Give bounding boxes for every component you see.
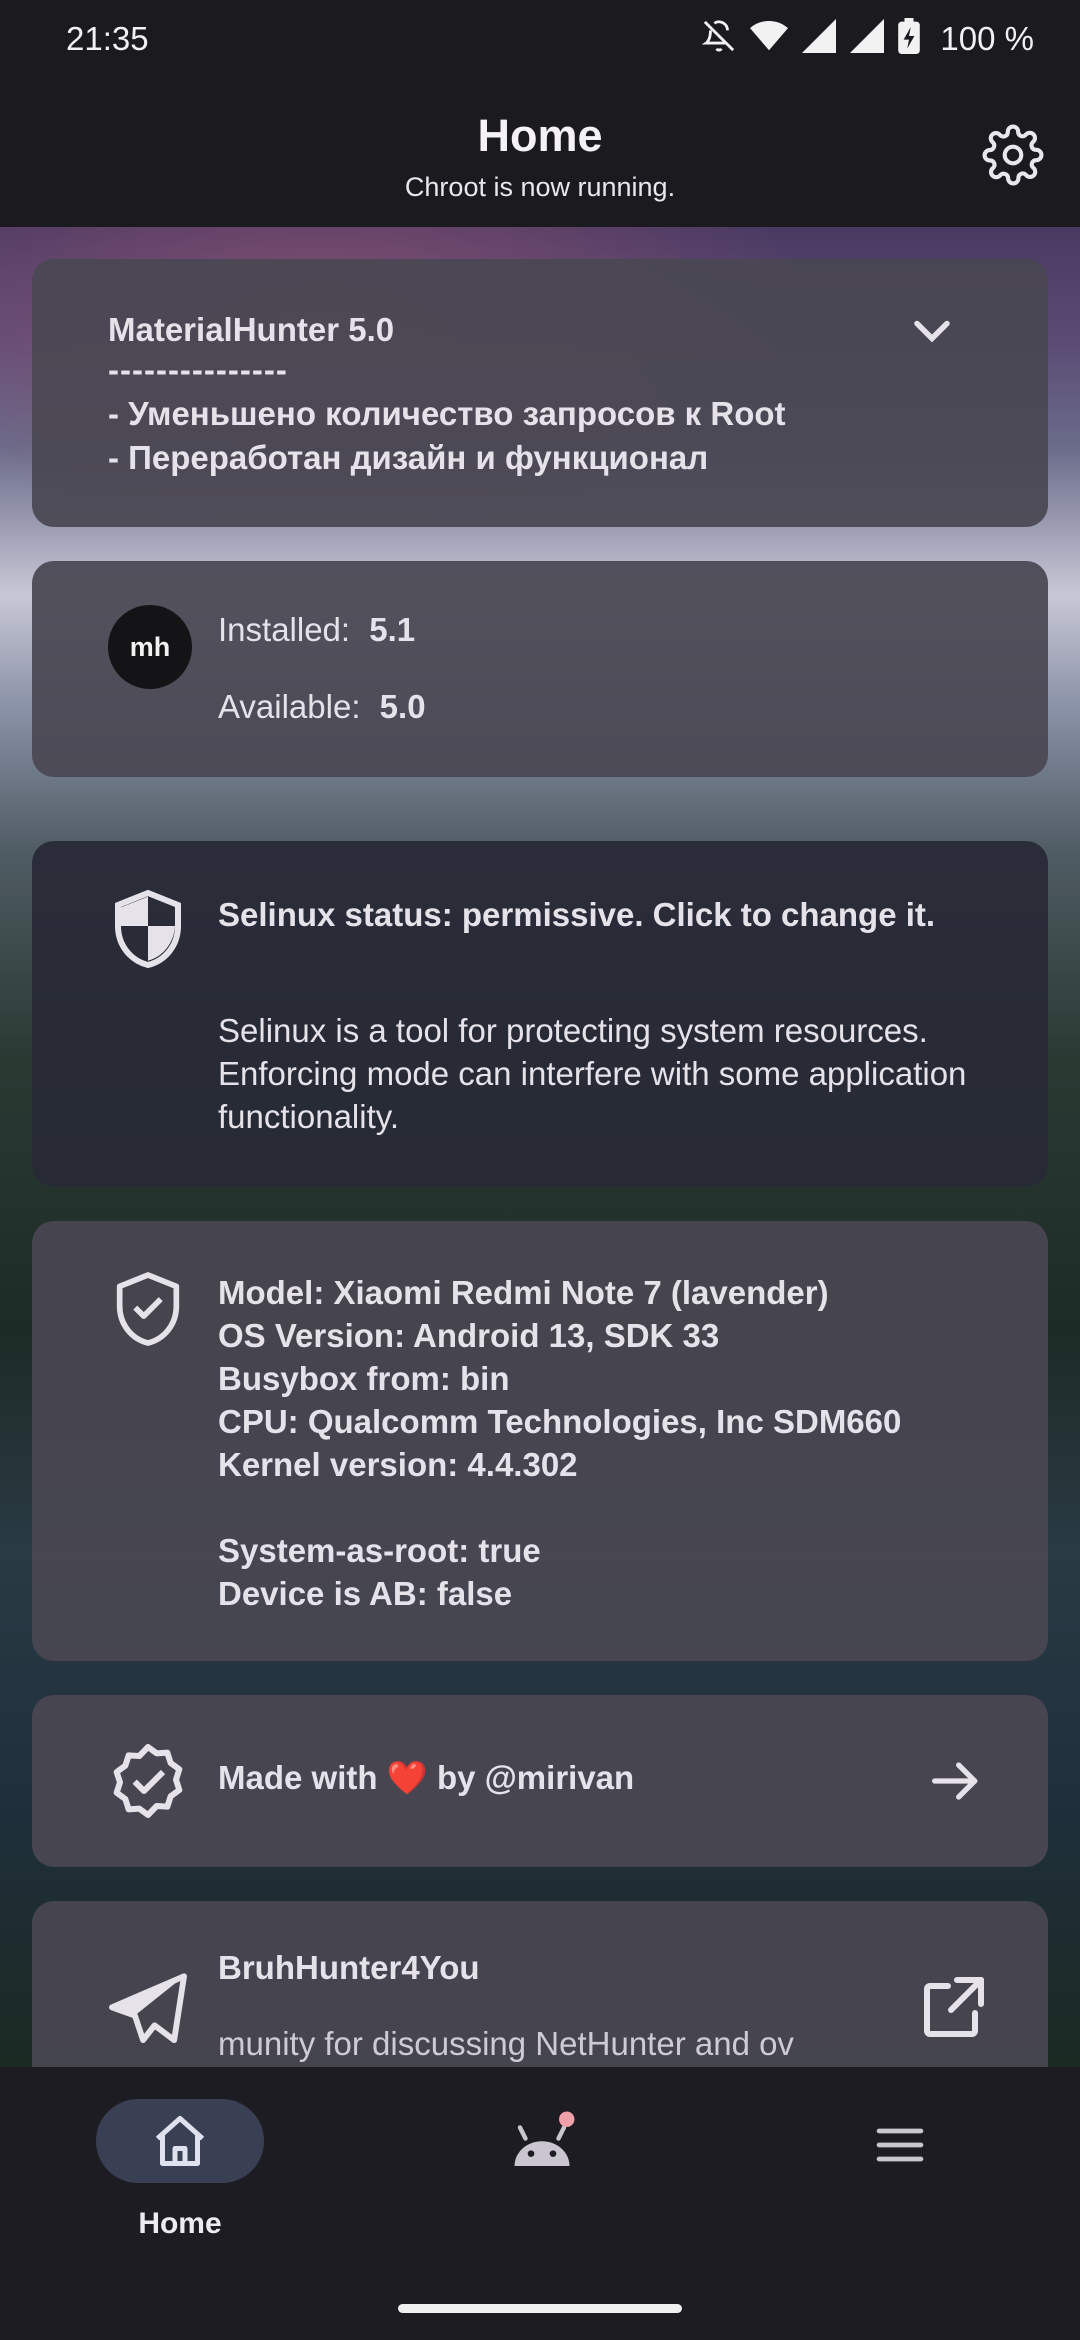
gear-icon[interactable]	[982, 124, 1044, 186]
credits-suffix: by @mirivan	[436, 1759, 635, 1796]
version-card: mh Installed: 5.1 Available: 5.0	[32, 561, 1048, 777]
installed-label: Installed:	[218, 611, 351, 648]
device-model: Model: Xiaomi Redmi Note 7 (lavender)	[218, 1274, 829, 1311]
credits-text: Made with ❤️ by @mirivan	[218, 1759, 634, 1798]
telegram-description-text: munity for discussing NetHunter and ov	[218, 2025, 794, 2062]
bottom-navigation: Home	[0, 2067, 1080, 2340]
menu-icon[interactable]	[872, 2117, 928, 2173]
chevron-down-icon[interactable]	[902, 301, 962, 361]
changelog-card[interactable]: MaterialHunter 5.0 --------------- - Уме…	[32, 259, 1048, 527]
device-ab: Device is AB: false	[218, 1575, 513, 1612]
gesture-bar[interactable]	[398, 2304, 682, 2313]
verified-badge-icon	[108, 1741, 188, 1821]
device-busybox: Busybox from: bin	[218, 1360, 510, 1397]
selinux-description: Selinux is a tool for protecting system …	[218, 1012, 967, 1135]
shield-check-icon	[114, 1271, 182, 1347]
nav-home-label[interactable]: Home	[96, 2207, 264, 2241]
telegram-card[interactable]: BruhHunter4You munity for discussing Net…	[32, 1901, 1048, 2067]
available-label: Available:	[218, 688, 361, 725]
device-kernel: Kernel version: 4.4.302	[218, 1446, 578, 1483]
selinux-card[interactable]: Selinux status: permissive. Click to cha…	[32, 841, 1048, 1187]
device-cpu: CPU: Qualcomm Technologies, Inc SDM660	[218, 1403, 902, 1440]
telegram-icon	[108, 1973, 188, 2045]
battery-charging-icon	[898, 18, 921, 59]
open-external-icon[interactable]	[918, 1971, 990, 2043]
shield-half-icon	[112, 889, 184, 969]
device-info-card: Model: Xiaomi Redmi Note 7 (lavender) OS…	[32, 1221, 1048, 1661]
nav-home-button[interactable]	[96, 2099, 264, 2183]
credits-prefix: Made with	[218, 1759, 378, 1796]
home-icon	[150, 2111, 210, 2171]
selinux-title[interactable]: Selinux status: permissive. Click to cha…	[218, 893, 988, 936]
changelog-line: - Переработан дизайн и функционал	[108, 439, 709, 476]
heart-icon: ❤️	[386, 1759, 428, 1796]
credits-card[interactable]: Made with ❤️ by @mirivan	[32, 1695, 1048, 1867]
wifi-icon	[750, 19, 789, 58]
battery-percent: 100 %	[940, 19, 1034, 57]
installed-value: 5.1	[369, 611, 416, 648]
page-title: Home	[477, 110, 603, 161]
device-system-as-root: System-as-root: true	[218, 1532, 541, 1569]
avatar-label: mh	[129, 631, 171, 662]
signal-icon	[850, 19, 885, 58]
status-icons: 100 %	[701, 18, 1034, 59]
android-icon[interactable]	[506, 2111, 578, 2177]
page-subtitle: Chroot is now running.	[404, 172, 676, 202]
changelog-divider: ---------------	[108, 351, 288, 388]
home-content[interactable]: MaterialHunter 5.0 --------------- - Уме…	[0, 227, 1080, 2067]
bell-off-icon	[701, 19, 736, 58]
available-row: Available: 5.0	[218, 688, 426, 726]
installed-row: Installed: 5.1	[218, 611, 415, 649]
signal-icon	[802, 19, 837, 58]
available-value: 5.0	[379, 688, 426, 725]
app-header: Home Chroot is now running.	[0, 80, 1080, 227]
status-time: 21:35	[66, 20, 149, 57]
avatar: mh	[108, 605, 192, 689]
status-bar: 21:35 100 %	[0, 0, 1080, 80]
changelog-title: MaterialHunter 5.0	[108, 311, 395, 348]
device-info-text: Model: Xiaomi Redmi Note 7 (lavender) OS…	[218, 1271, 1038, 1615]
changelog-line: - Уменьшено количество запросов к Root	[108, 395, 786, 432]
telegram-title: BruhHunter4You	[218, 1949, 480, 1986]
device-os-version: OS Version: Android 13, SDK 33	[218, 1317, 720, 1354]
telegram-description: munity for discussing NetHunter and ov	[218, 2025, 898, 2063]
arrow-right-icon[interactable]	[924, 1749, 988, 1813]
